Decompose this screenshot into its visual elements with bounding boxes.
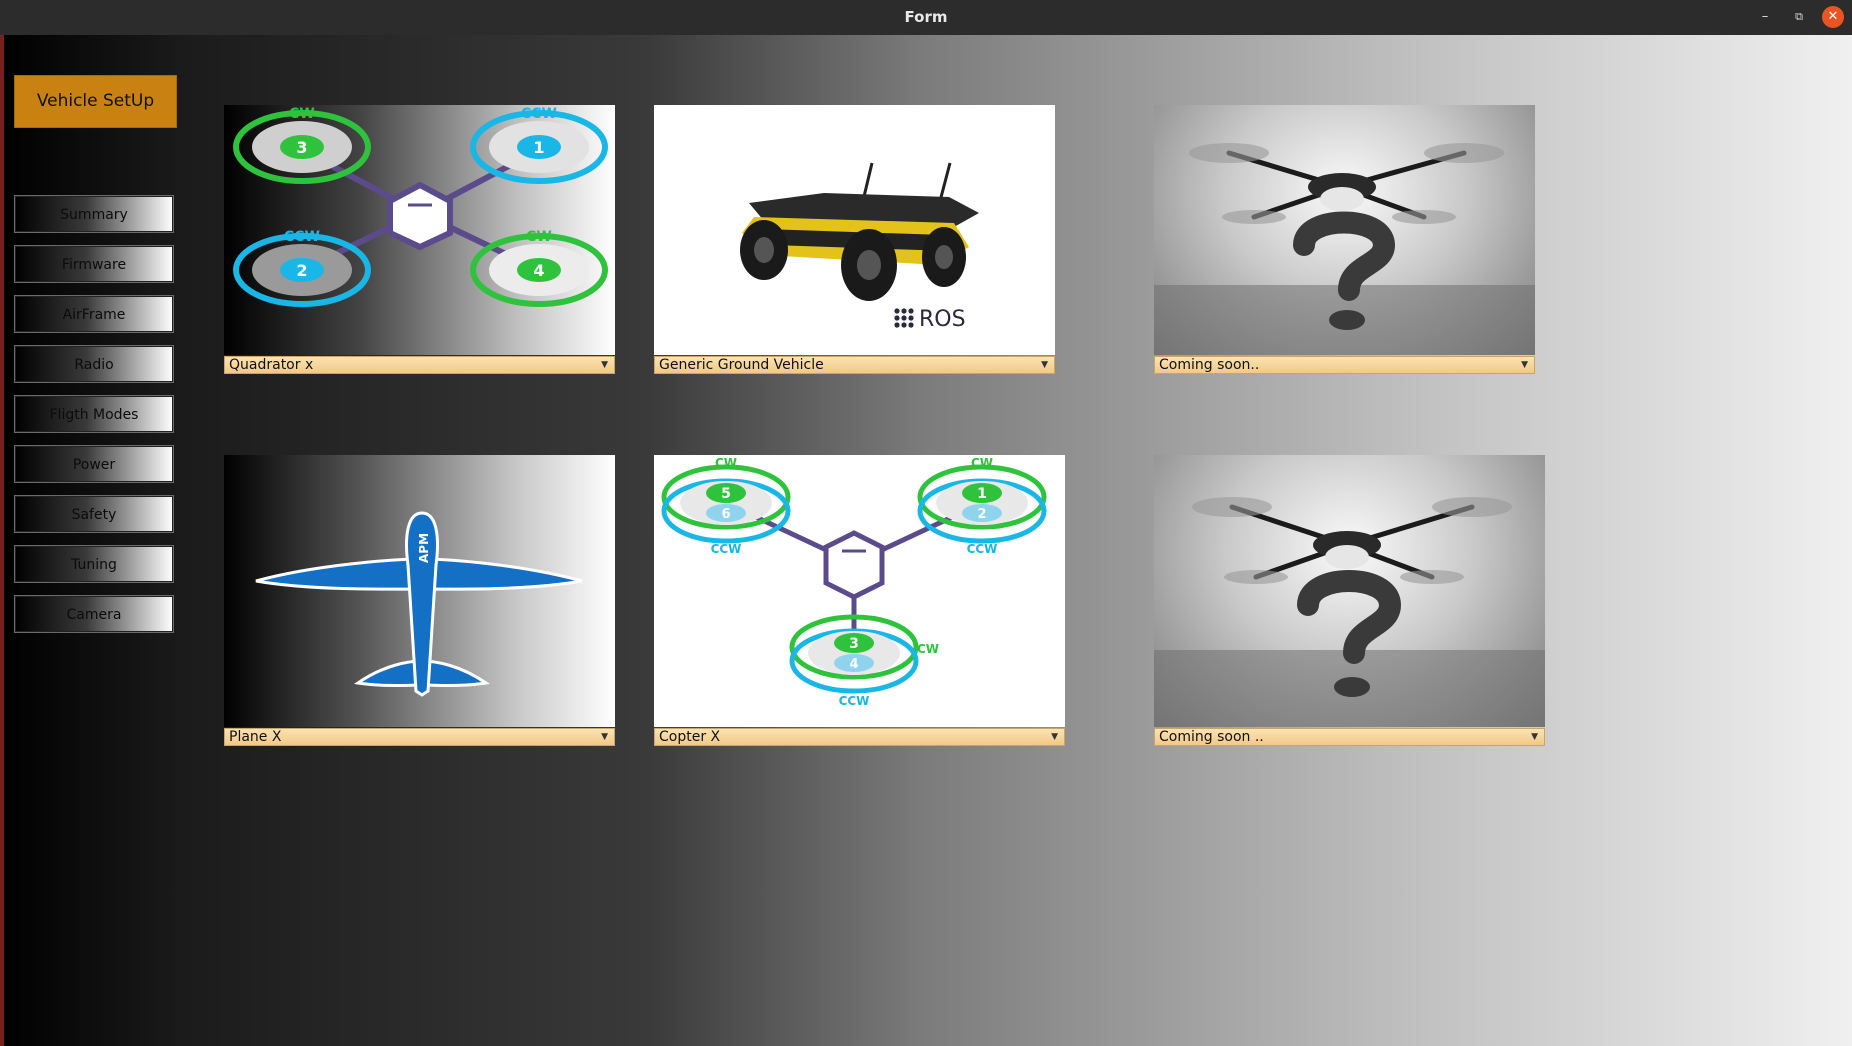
dropdown-arrow-icon: ▼ bbox=[1051, 732, 1058, 742]
rotor-number: 1 bbox=[533, 138, 544, 157]
sidebar-item-label: AirFrame bbox=[62, 307, 126, 323]
rotor-number: 5 bbox=[721, 486, 731, 502]
airframe-select-ground[interactable]: Generic Ground Vehicle ▼ bbox=[654, 356, 1055, 374]
plane-diagram[interactable]: APM bbox=[224, 455, 615, 727]
sidebar-item-camera[interactable]: Camera bbox=[14, 595, 174, 633]
plane-fuselage-label: APM bbox=[417, 533, 431, 563]
dropdown-arrow-icon: ▼ bbox=[601, 360, 608, 370]
rotor-number-lower: 6 bbox=[721, 507, 730, 522]
rotor-direction: CCW bbox=[967, 542, 998, 556]
sidebar-item-tuning[interactable]: Tuning bbox=[14, 545, 174, 583]
sidebar-item-safety[interactable]: Safety bbox=[14, 495, 174, 533]
rotor-direction: CCW bbox=[284, 229, 320, 245]
vehicle-card-coming-soon-2: Coming soon .. ▼ bbox=[1154, 455, 1545, 747]
window-edge bbox=[0, 35, 4, 1046]
quadcopter-x-diagram[interactable]: 3 CW 1 CCW 2 CCW 4 CW bbox=[224, 105, 615, 355]
sidebar-item-label: Camera bbox=[66, 607, 122, 623]
maximize-icon[interactable]: ⧉ bbox=[1788, 6, 1810, 28]
rotor-direction: CW bbox=[526, 229, 552, 245]
rotor-direction: CW bbox=[917, 642, 939, 656]
dropdown-arrow-icon: ▼ bbox=[1521, 360, 1528, 370]
sidebar-item-label: Fligth Modes bbox=[49, 407, 139, 423]
vehicle-card-ground: ROS Generic Ground Vehicle ▼ bbox=[654, 105, 1055, 376]
rotor-direction: CCW bbox=[521, 106, 557, 122]
drone-question-photo[interactable] bbox=[1154, 105, 1535, 355]
rotor-number: 3 bbox=[849, 636, 859, 652]
dropdown-arrow-icon: ▼ bbox=[1531, 732, 1538, 742]
rotor-number: 1 bbox=[977, 486, 987, 502]
ground-rover-photo[interactable]: ROS bbox=[654, 105, 1055, 355]
rotor-number: 2 bbox=[296, 261, 307, 280]
sidebar-item-label: Power bbox=[72, 457, 116, 473]
dropdown-arrow-icon: ▼ bbox=[1041, 360, 1048, 370]
sidebar-item-label: Summary bbox=[60, 207, 128, 223]
airframe-select-coming-soon-2[interactable]: Coming soon .. ▼ bbox=[1154, 728, 1545, 746]
form-client-area: Vehicle SetUp Summary Firmware AirFrame … bbox=[0, 35, 1852, 1046]
rotor-direction: CCW bbox=[711, 542, 742, 556]
sidebar-item-summary[interactable]: Summary bbox=[14, 195, 174, 233]
airframe-select-copter[interactable]: Copter X ▼ bbox=[654, 728, 1065, 746]
rotor-direction: CCW bbox=[839, 694, 870, 708]
selected-value: Plane X bbox=[229, 729, 282, 745]
rotor-direction: CW bbox=[971, 456, 993, 470]
selected-value: Coming soon.. bbox=[1159, 357, 1260, 373]
selected-value: Quadrator x bbox=[229, 357, 314, 373]
sidebar-item-radio[interactable]: Radio bbox=[14, 345, 174, 383]
selected-value: Copter X bbox=[659, 729, 721, 745]
ros-logo-text: ROS bbox=[919, 307, 966, 332]
rotor-number: 3 bbox=[296, 138, 307, 157]
window-title: Form bbox=[904, 8, 948, 26]
dropdown-arrow-icon: ▼ bbox=[601, 732, 608, 742]
sidebar-item-label: Radio bbox=[74, 357, 114, 373]
rotor-number-lower: 4 bbox=[849, 657, 858, 672]
sidebar-item-label: Safety bbox=[71, 507, 117, 523]
hexacopter-y6-diagram[interactable]: 5 6 CW CCW 1 2 CW CCW 3 4 CW CCW bbox=[654, 455, 1065, 727]
minimize-icon[interactable]: – bbox=[1754, 6, 1776, 28]
vehicle-card-copter: 5 6 CW CCW 1 2 CW CCW 3 4 CW CCW Copter … bbox=[654, 455, 1065, 747]
rotor-number: 4 bbox=[533, 261, 544, 280]
rotor-direction: CW bbox=[715, 456, 737, 470]
vehicle-card-quad-x: 3 CW 1 CCW 2 CCW 4 CW Quadrator x ▼ bbox=[224, 105, 615, 376]
vehicle-card-plane: APM Plane X ▼ bbox=[224, 455, 615, 747]
sidebar-item-label: Firmware bbox=[61, 257, 127, 273]
close-icon[interactable]: ✕ bbox=[1822, 6, 1844, 28]
selected-value: Generic Ground Vehicle bbox=[659, 357, 824, 373]
sidebar-item-label: Tuning bbox=[71, 557, 117, 573]
vehicle-card-coming-soon-1: Coming soon.. ▼ bbox=[1154, 105, 1535, 376]
vehicle-setup-button[interactable]: Vehicle SetUp bbox=[14, 75, 177, 128]
airframe-select-quad[interactable]: Quadrator x ▼ bbox=[224, 356, 615, 374]
sidebar-item-flight-modes[interactable]: Fligth Modes bbox=[14, 395, 174, 433]
drone-question-photo[interactable] bbox=[1154, 455, 1545, 727]
airframe-select-plane[interactable]: Plane X ▼ bbox=[224, 728, 615, 746]
sidebar-item-firmware[interactable]: Firmware bbox=[14, 245, 174, 283]
airframe-select-coming-soon-1[interactable]: Coming soon.. ▼ bbox=[1154, 356, 1535, 374]
title-bar: Form – ⧉ ✕ bbox=[0, 0, 1852, 35]
sidebar-item-power[interactable]: Power bbox=[14, 445, 174, 483]
selected-value: Coming soon .. bbox=[1159, 729, 1264, 745]
rotor-number-lower: 2 bbox=[977, 507, 986, 522]
rotor-direction: CW bbox=[289, 106, 315, 122]
sidebar-item-airframe[interactable]: AirFrame bbox=[14, 295, 174, 333]
